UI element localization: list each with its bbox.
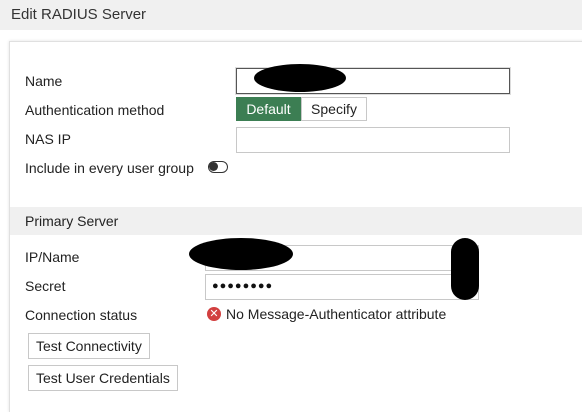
name-redaction	[254, 64, 346, 92]
secret-redaction	[451, 238, 479, 300]
error-x-icon: ✕	[207, 307, 221, 321]
test-connectivity-button[interactable]: Test Connectivity	[28, 333, 150, 359]
auth-method-default-button[interactable]: Default	[236, 97, 301, 121]
dialog-title: Edit RADIUS Server	[0, 0, 582, 30]
include-all-groups-label: Include in every user group	[25, 160, 194, 176]
nas-ip-label: NAS IP	[25, 131, 71, 147]
include-all-groups-toggle[interactable]	[208, 161, 228, 173]
secret-masked-value: ●●●●●●●●	[212, 280, 274, 292]
test-user-credentials-button[interactable]: Test User Credentials	[28, 365, 178, 391]
ip-name-label: IP/Name	[25, 249, 80, 265]
secret-label: Secret	[25, 278, 66, 294]
connection-status-label: Connection status	[25, 307, 138, 323]
auth-method-specify-button[interactable]: Specify	[301, 97, 367, 121]
nas-ip-input[interactable]	[236, 127, 510, 153]
toggle-knob	[209, 162, 218, 171]
name-label: Name	[25, 73, 63, 89]
primary-server-section-header: Primary Server	[10, 207, 582, 235]
primary-server-title: Primary Server	[25, 213, 119, 229]
ip-name-redaction	[189, 238, 293, 270]
connection-status-text: No Message-Authenticator attribute	[226, 306, 447, 322]
auth-method-label: Authentication method	[25, 102, 165, 118]
